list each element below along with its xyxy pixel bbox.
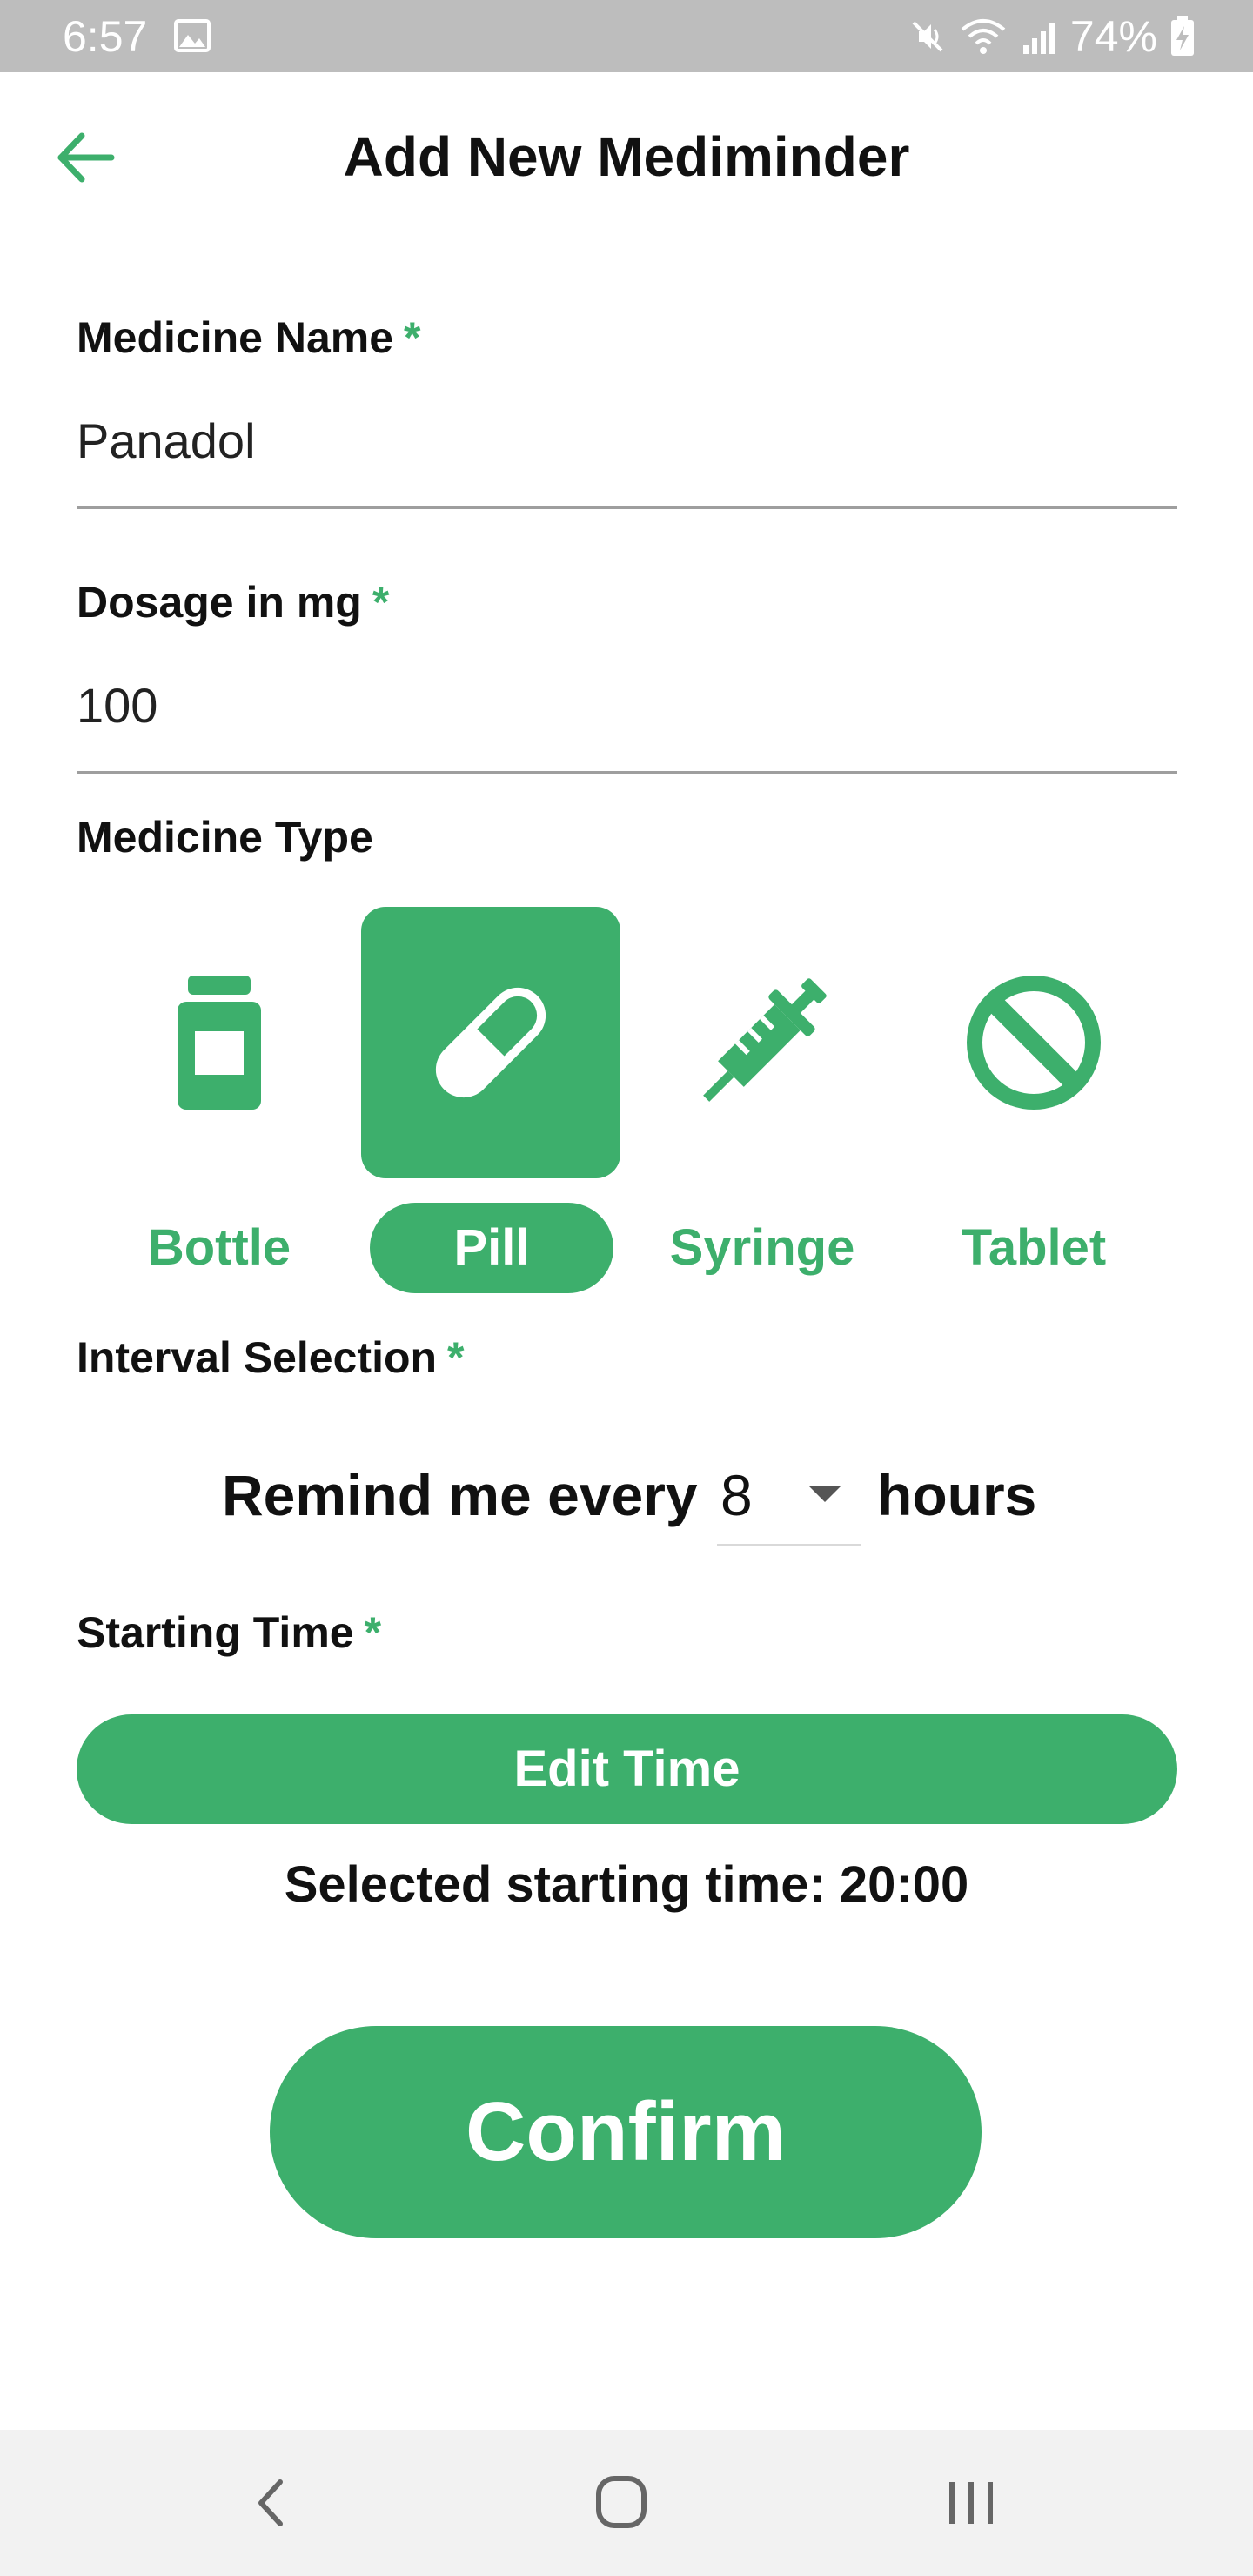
starting-time-label: Starting Time * bbox=[77, 1607, 381, 1659]
type-option-syringe[interactable] bbox=[633, 907, 892, 1178]
starting-time-label-text: Starting Time bbox=[77, 1608, 354, 1657]
required-mark: * bbox=[364, 1608, 382, 1657]
wifi-icon bbox=[961, 19, 1006, 54]
type-label-bottle[interactable]: Bottle bbox=[120, 1203, 318, 1293]
interval-dropdown[interactable]: 8 bbox=[717, 1455, 861, 1546]
type-label-tablet[interactable]: Tablet bbox=[931, 1203, 1136, 1293]
pill-icon bbox=[435, 987, 546, 1098]
medicine-name-label: Medicine Name * bbox=[77, 312, 420, 364]
status-bar: 6:57 74% bbox=[0, 0, 1253, 72]
type-option-tablet[interactable] bbox=[904, 907, 1163, 1178]
bottle-icon bbox=[178, 976, 261, 1110]
confirm-button[interactable]: Confirm bbox=[270, 2026, 982, 2238]
interval-value: 8 bbox=[720, 1463, 753, 1527]
type-option-bottle[interactable] bbox=[90, 907, 349, 1178]
medicine-name-underline bbox=[77, 506, 1177, 509]
signal-icon bbox=[1022, 23, 1055, 54]
tablet-icon bbox=[967, 976, 1101, 1110]
type-label-syringe[interactable]: Syringe bbox=[654, 1203, 870, 1293]
interval-label: Interval Selection * bbox=[77, 1332, 465, 1384]
medicine-type-label: Medicine Type bbox=[77, 813, 373, 862]
system-nav-bar bbox=[0, 2430, 1253, 2576]
syringe-icon bbox=[703, 978, 827, 1102]
interval-prefix: Remind me every bbox=[222, 1463, 698, 1527]
required-mark: * bbox=[447, 1333, 465, 1382]
edit-time-button[interactable]: Edit Time bbox=[77, 1714, 1177, 1824]
interval-label-text: Interval Selection bbox=[77, 1333, 438, 1382]
back-icon[interactable] bbox=[237, 2472, 306, 2534]
home-icon[interactable] bbox=[586, 2472, 656, 2534]
dosage-label-text: Dosage in mg bbox=[77, 578, 362, 627]
battery-charging-icon bbox=[1171, 16, 1194, 56]
medicine-name-input[interactable]: Panadol bbox=[77, 411, 256, 472]
dosage-underline bbox=[77, 771, 1177, 774]
battery-percentage: 74% bbox=[1069, 12, 1157, 61]
status-icons: 74% bbox=[908, 10, 1196, 63]
recents-icon[interactable] bbox=[936, 2472, 1006, 2534]
type-option-pill[interactable] bbox=[361, 907, 620, 1178]
caret-down-icon bbox=[809, 1486, 841, 1502]
page-title: Add New Mediminder bbox=[343, 125, 910, 188]
type-label-pill[interactable]: Pill bbox=[370, 1203, 613, 1293]
interval-suffix: hours bbox=[877, 1463, 1037, 1527]
dosage-input[interactable]: 100 bbox=[77, 675, 157, 736]
dosage-label: Dosage in mg * bbox=[77, 576, 389, 628]
gallery-icon bbox=[174, 19, 211, 52]
required-mark: * bbox=[404, 313, 421, 362]
medicine-name-label-text: Medicine Name bbox=[77, 313, 394, 362]
selected-starting-time: Selected starting time: 20:00 bbox=[284, 1856, 969, 1913]
status-time: 6:57 bbox=[63, 12, 148, 61]
required-mark: * bbox=[372, 578, 390, 627]
mute-icon bbox=[912, 21, 943, 52]
